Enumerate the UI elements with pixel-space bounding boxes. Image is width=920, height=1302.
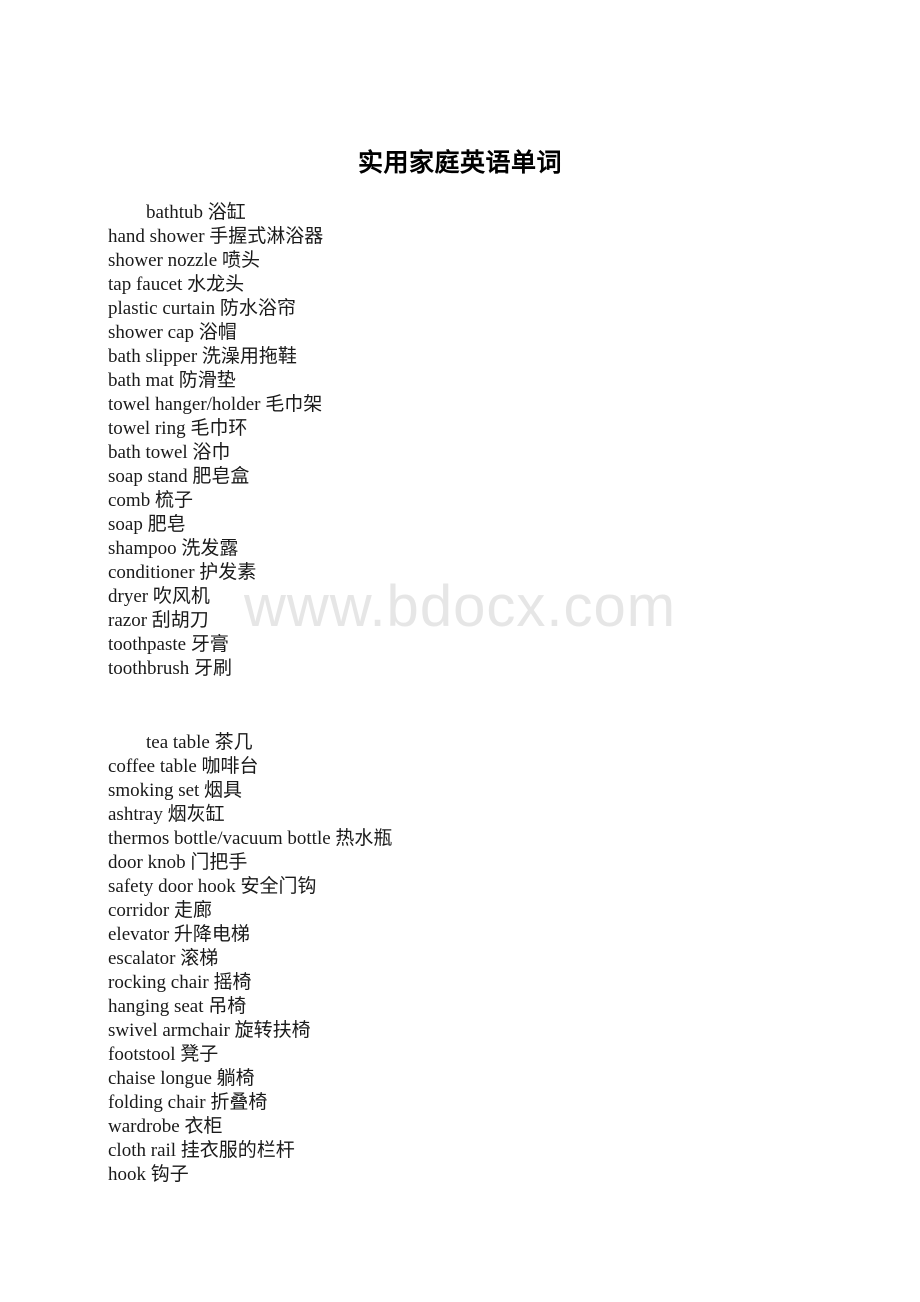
vocabulary-line: dryer 吹风机 [108,586,210,607]
vocabulary-line: escalator 滚梯 [108,948,219,969]
vocabulary-line: shower nozzle 喷头 [108,250,260,271]
vocabulary-line: bath slipper 洗澡用拖鞋 [108,346,297,367]
vocabulary-line: safety door hook 安全门钩 [108,876,317,897]
vocabulary-line: chaise longue 躺椅 [108,1068,255,1089]
bathroom-vocabulary-block: bathtub 浴缸 hand shower 手握式淋浴器 shower nozzl… [108,201,868,681]
document-page: www.bdocx.com 实用家庭英语单词 bathtub 浴缸 hand sh… [0,0,920,1302]
page-title: 实用家庭英语单词 [357,148,562,177]
vocabulary-line: hook 钩子 [108,1164,189,1185]
vocabulary-line: swivel armchair 旋转扶椅 [108,1020,311,1041]
vocabulary-line: rocking chair 摇椅 [108,972,252,993]
vocabulary-line: tap faucet 水龙头 [108,274,245,295]
living-room-vocabulary-block: tea table 茶几 coffee table 咖啡台 smoking set … [108,731,868,1187]
vocabulary-line: shower cap 浴帽 [108,322,237,343]
vocabulary-line: cloth rail 挂衣服的栏杆 [108,1140,295,1161]
vocabulary-line: comb 梳子 [108,490,193,511]
vocabulary-line: conditioner 护发素 [108,562,257,583]
vocabulary-line: hanging seat 吊椅 [108,996,247,1017]
vocabulary-line: towel ring 毛巾环 [108,418,248,439]
vocabulary-line: razor 刮胡刀 [108,610,209,631]
vocabulary-line: smoking set 烟具 [108,780,243,801]
vocabulary-line: door knob 门把手 [108,852,248,873]
vocabulary-line: bath towel 浴巾 [108,442,231,463]
vocabulary-line: elevator 升降电梯 [108,924,250,945]
vocabulary-line: toothpaste 牙膏 [108,634,229,655]
vocabulary-line: folding chair 折叠椅 [108,1092,268,1113]
vocabulary-line: plastic curtain 防水浴帘 [108,298,296,319]
vocabulary-line: tea table 茶几 [146,732,253,753]
vocabulary-line: thermos bottle/vacuum bottle 热水瓶 [108,828,393,849]
vocabulary-line: bathtub 浴缸 [146,202,246,223]
vocabulary-line: wardrobe 衣柜 [108,1116,223,1137]
vocabulary-line: soap stand 肥皂盒 [108,466,250,487]
vocabulary-line: towel hanger/holder 毛巾架 [108,394,323,415]
vocabulary-line: hand shower 手握式淋浴器 [108,226,324,247]
vocabulary-line: ashtray 烟灰缸 [108,804,225,825]
vocabulary-line: shampoo 洗发露 [108,538,239,559]
vocabulary-line: bath mat 防滑垫 [108,370,236,391]
vocabulary-line: corridor 走廊 [108,900,212,921]
vocabulary-line: soap 肥皂 [108,514,186,535]
vocabulary-line: footstool 凳子 [108,1044,219,1065]
vocabulary-line: coffee table 咖啡台 [108,756,259,777]
vocabulary-line: toothbrush 牙刷 [108,658,233,679]
